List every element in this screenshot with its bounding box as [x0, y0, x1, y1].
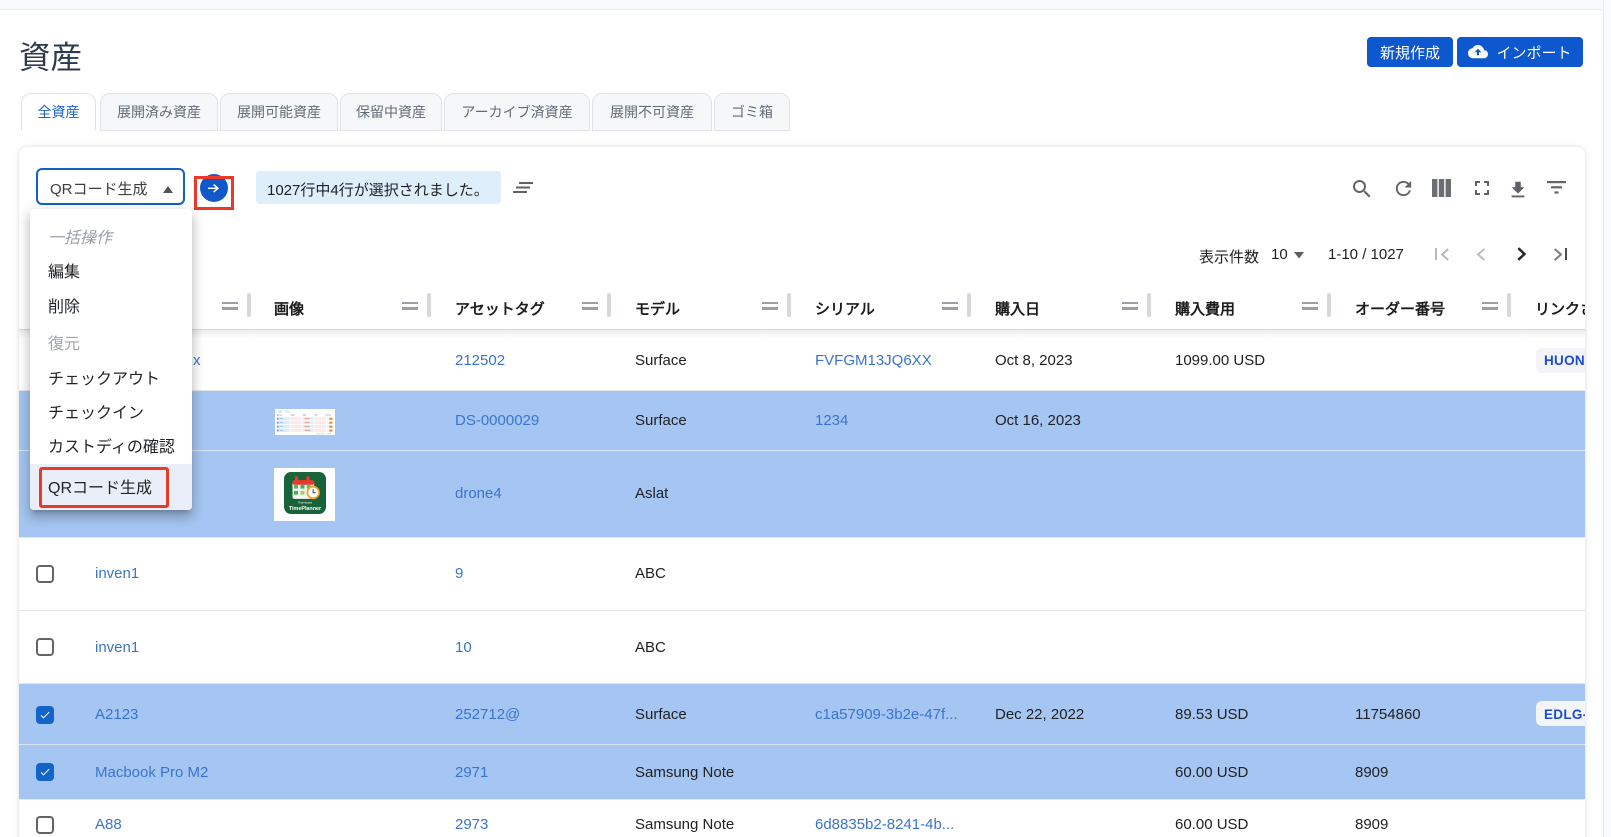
svg-text:TimePlanner: TimePlanner [289, 506, 322, 512]
svg-text:Teamboard: Teamboard [298, 501, 312, 505]
